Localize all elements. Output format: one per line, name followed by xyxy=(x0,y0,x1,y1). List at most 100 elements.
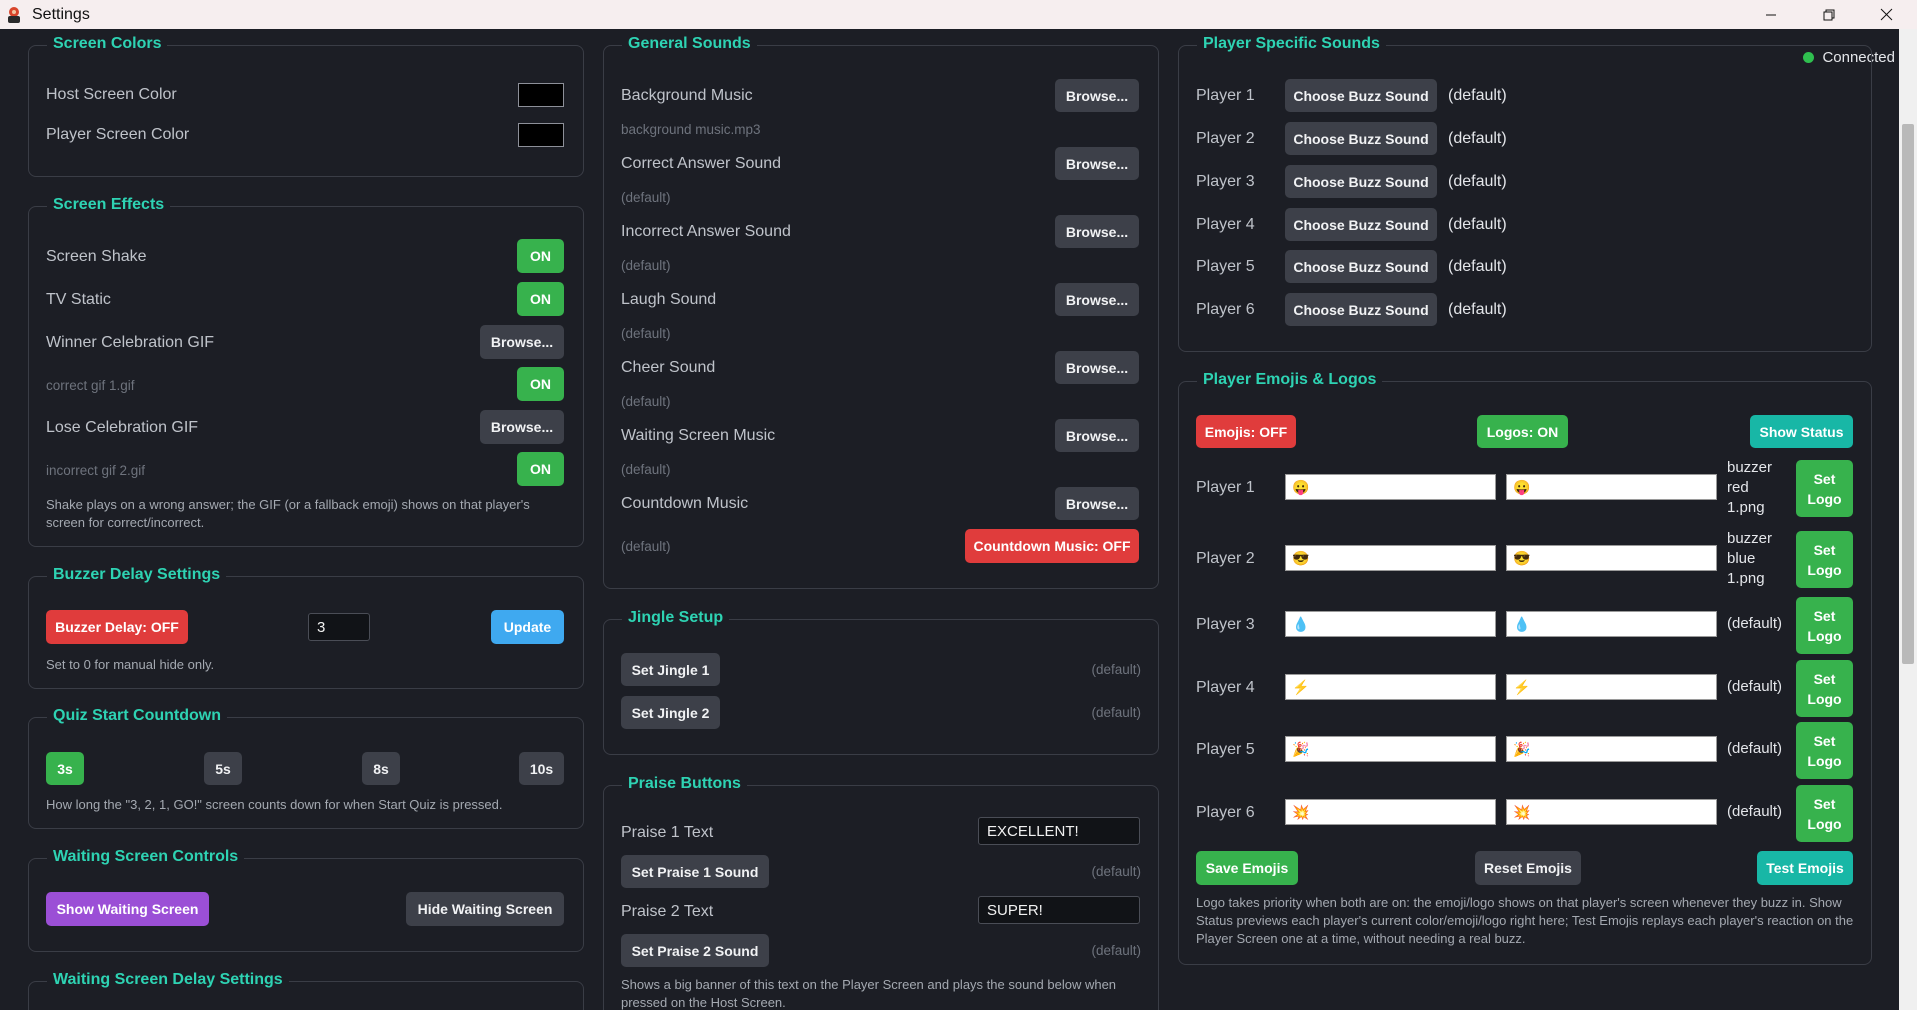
player-4-emoji-input-2[interactable]: ⚡ xyxy=(1506,674,1717,700)
logos-toggle[interactable]: Logos: ON xyxy=(1477,415,1568,448)
countdown-music-toggle[interactable]: Countdown Music: OFF xyxy=(965,529,1139,563)
player-color-swatch[interactable] xyxy=(518,123,564,147)
player-6-emoji-input-1[interactable]: 💥 xyxy=(1285,799,1496,825)
player-1-emoji-input-2[interactable]: 😛 xyxy=(1506,474,1717,500)
player-4-choose-sound-button[interactable]: Choose Buzz Sound xyxy=(1285,208,1437,241)
player-4-sound-file: (default) xyxy=(1448,216,1507,233)
background-music-browse-button[interactable]: Browse... xyxy=(1055,79,1139,112)
player-1-choose-sound-button[interactable]: Choose Buzz Sound xyxy=(1285,79,1437,112)
waiting-music-browse-button[interactable]: Browse... xyxy=(1055,419,1139,452)
reset-emojis-button[interactable]: Reset Emojis xyxy=(1475,851,1581,885)
tv-static-toggle[interactable]: ON xyxy=(517,282,564,316)
show-waiting-screen-button[interactable]: Show Waiting Screen xyxy=(46,892,209,926)
player-6-choose-sound-button[interactable]: Choose Buzz Sound xyxy=(1285,293,1437,326)
laugh-sound-browse-button[interactable]: Browse... xyxy=(1055,283,1139,316)
waiting-delay-panel: Waiting Screen Delay Settings xyxy=(28,971,584,1010)
vertical-scrollbar[interactable] xyxy=(1899,29,1917,1010)
player-6-set-logo-button[interactable]: Set Logo xyxy=(1796,785,1853,842)
buzzer-delay-input[interactable]: 3 xyxy=(308,613,370,641)
incorrect-answer-browse-button[interactable]: Browse... xyxy=(1055,215,1139,248)
scrollbar-thumb[interactable] xyxy=(1902,124,1914,664)
set-jingle-1-button[interactable]: Set Jingle 1 xyxy=(621,653,720,686)
player-4-emoji-input-1[interactable]: ⚡ xyxy=(1285,674,1496,700)
winner-gif-browse-button[interactable]: Browse... xyxy=(480,325,564,359)
host-color-swatch[interactable] xyxy=(518,83,564,107)
winner-gif-toggle[interactable]: ON xyxy=(517,367,564,401)
test-emojis-button[interactable]: Test Emojis xyxy=(1757,851,1853,885)
screen-effects-hint: Shake plays on a wrong answer; the GIF (… xyxy=(46,497,530,530)
set-praise-1-sound-button[interactable]: Set Praise 1 Sound xyxy=(621,855,769,888)
minimize-button[interactable] xyxy=(1742,0,1799,29)
app-icon xyxy=(8,6,20,23)
waiting-controls-title: Waiting Screen Controls xyxy=(47,848,245,866)
set-jingle-2-button[interactable]: Set Jingle 2 xyxy=(621,696,720,729)
set-praise-2-sound-button[interactable]: Set Praise 2 Sound xyxy=(621,934,769,967)
restore-button[interactable] xyxy=(1800,0,1857,29)
background-music-file: background music.mp3 xyxy=(621,122,761,137)
laugh-sound-file: (default) xyxy=(621,326,671,341)
correct-answer-sound-file: (default) xyxy=(621,190,671,205)
lose-gif-label: Lose Celebration GIF xyxy=(46,419,199,436)
screen-colors-panel: Screen Colors Host Screen Color Player S… xyxy=(28,35,584,177)
emojis-logos-hint: Logo takes priority when both are on: th… xyxy=(1196,895,1854,946)
praise-2-sound-file: (default) xyxy=(1091,943,1141,958)
player-6-emoji-input-2[interactable]: 💥 xyxy=(1506,799,1717,825)
player-5-emoji-input-1[interactable]: 🎉 xyxy=(1285,736,1496,762)
praise-1-text-label: Praise 1 Text xyxy=(621,824,714,841)
player-3-emoji-input-2[interactable]: 💧 xyxy=(1506,611,1717,637)
player-2-sound-label: Player 2 xyxy=(1196,130,1255,147)
emojis-toggle[interactable]: Emojis: OFF xyxy=(1196,415,1296,448)
lose-gif-toggle[interactable]: ON xyxy=(517,452,564,486)
player-3-choose-sound-button[interactable]: Choose Buzz Sound xyxy=(1285,165,1437,198)
player-1-emoji-input-1[interactable]: 😛 xyxy=(1285,474,1496,500)
player-4-set-logo-button[interactable]: Set Logo xyxy=(1796,660,1853,717)
buzzer-delay-panel: Buzzer Delay Settings Buzzer Delay: OFF … xyxy=(28,566,584,689)
player-3-emoji-input-1[interactable]: 💧 xyxy=(1285,611,1496,637)
player-5-logo-file: (default) xyxy=(1727,740,1783,757)
player-2-emoji-input-1[interactable]: 😎 xyxy=(1285,545,1496,571)
player-2-choose-sound-button[interactable]: Choose Buzz Sound xyxy=(1285,122,1437,155)
general-sounds-title: General Sounds xyxy=(622,35,757,53)
hide-waiting-screen-button[interactable]: Hide Waiting Screen xyxy=(406,892,564,926)
incorrect-answer-sound-file: (default) xyxy=(621,258,671,273)
jingle-setup-panel: Jingle Setup Set Jingle 1 (default) Set … xyxy=(603,609,1159,755)
player-sounds-panel: Player Specific Sounds Player 1 Choose B… xyxy=(1178,35,1872,352)
waiting-delay-title: Waiting Screen Delay Settings xyxy=(47,971,289,989)
countdown-option-3s[interactable]: 3s xyxy=(46,752,84,785)
player-1-sound-file: (default) xyxy=(1448,87,1507,104)
buzzer-delay-hint: Set to 0 for manual hide only. xyxy=(46,657,215,672)
background-music-label: Background Music xyxy=(621,87,753,104)
correct-answer-sound-label: Correct Answer Sound xyxy=(621,155,782,172)
lose-gif-browse-button[interactable]: Browse... xyxy=(480,410,564,444)
player-5-set-logo-button[interactable]: Set Logo xyxy=(1796,722,1853,779)
jingle-1-file: (default) xyxy=(1091,662,1141,677)
player-color-label: Player Screen Color xyxy=(46,126,190,143)
close-button[interactable] xyxy=(1858,0,1915,29)
save-emojis-button[interactable]: Save Emojis xyxy=(1196,851,1298,885)
screen-shake-toggle[interactable]: ON xyxy=(517,239,564,273)
emojis-logos-panel: Player Emojis & Logos Emojis: OFF Logos:… xyxy=(1178,371,1872,965)
buzzer-delay-toggle[interactable]: Buzzer Delay: OFF xyxy=(46,610,188,644)
player-3-set-logo-button[interactable]: Set Logo xyxy=(1796,597,1853,654)
player-5-choose-sound-button[interactable]: Choose Buzz Sound xyxy=(1285,250,1437,283)
show-status-button[interactable]: Show Status xyxy=(1750,415,1853,448)
countdown-option-8s[interactable]: 8s xyxy=(362,752,400,785)
player-2-emoji-input-2[interactable]: 😎 xyxy=(1506,545,1717,571)
countdown-music-browse-button[interactable]: Browse... xyxy=(1055,487,1139,520)
cheer-sound-browse-button[interactable]: Browse... xyxy=(1055,351,1139,384)
countdown-music-label: Countdown Music xyxy=(621,495,749,512)
buzzer-delay-update-button[interactable]: Update xyxy=(491,610,564,644)
player-5-sound-file: (default) xyxy=(1448,258,1507,275)
countdown-music-file: (default) xyxy=(621,539,671,554)
player-5-emoji-input-2[interactable]: 🎉 xyxy=(1506,736,1717,762)
countdown-option-10s[interactable]: 10s xyxy=(519,752,564,785)
screen-effects-panel: Screen Effects Screen Shake ON TV Static… xyxy=(28,196,584,547)
correct-answer-browse-button[interactable]: Browse... xyxy=(1055,147,1139,180)
screen-shake-label: Screen Shake xyxy=(46,248,147,265)
waiting-screen-music-label: Waiting Screen Music xyxy=(621,427,776,444)
player-2-set-logo-button[interactable]: Set Logo xyxy=(1796,531,1853,588)
praise-2-text-input[interactable]: SUPER! xyxy=(978,896,1140,924)
praise-1-text-input[interactable]: EXCELLENT! xyxy=(978,817,1140,845)
player-1-set-logo-button[interactable]: Set Logo xyxy=(1796,460,1853,517)
countdown-option-5s[interactable]: 5s xyxy=(204,752,242,785)
